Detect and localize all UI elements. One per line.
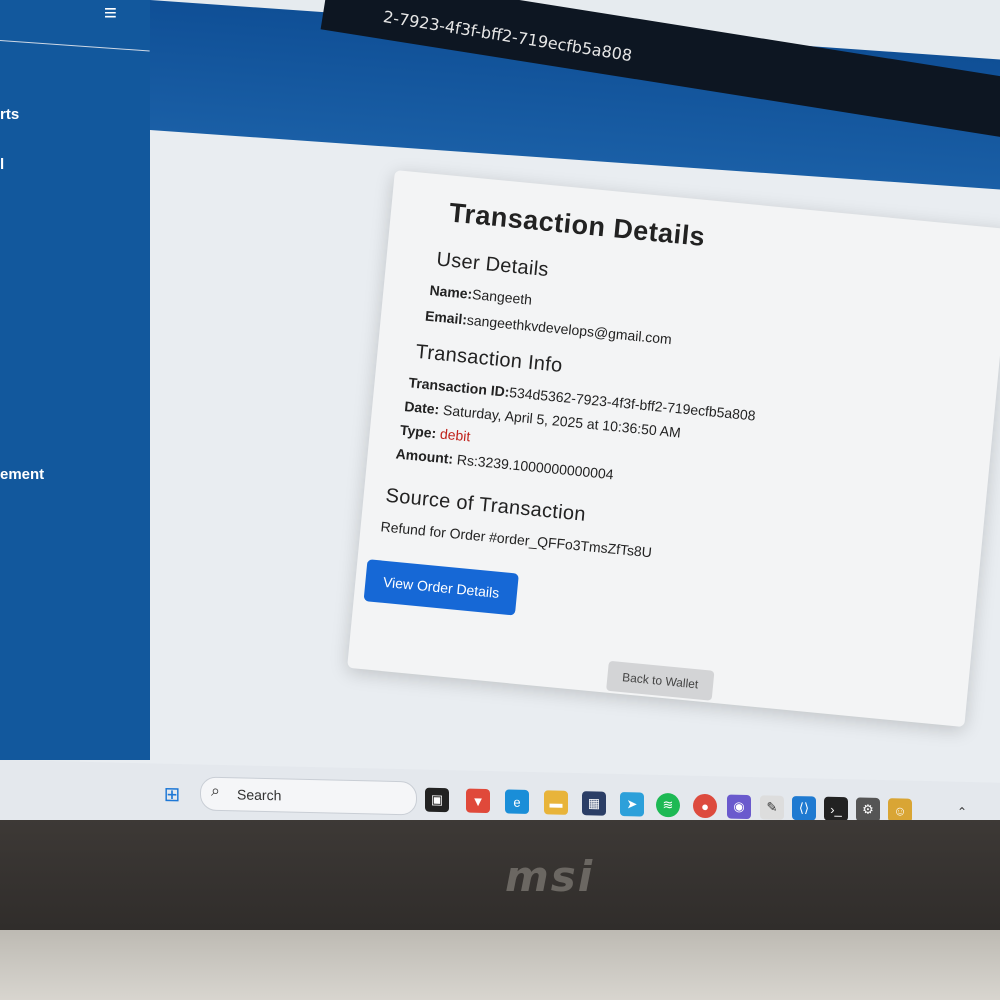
transaction-details-card: Transaction Details User Details Name:Sa…: [347, 170, 1000, 728]
spotify-icon[interactable]: ≋: [656, 792, 680, 818]
date-label: Date:: [403, 398, 441, 418]
telegram-icon[interactable]: ➤: [620, 792, 644, 817]
sidebar: ≡ rts l ement: [0, 0, 150, 760]
sidebar-item-reports[interactable]: rts: [0, 106, 19, 123]
email-label: Email:: [424, 307, 468, 328]
sidebar-item-management[interactable]: ement: [0, 466, 44, 483]
msi-logo: msi: [505, 852, 595, 901]
user-name-row: Name:Sangeeth: [429, 282, 533, 308]
laptop-lid-edge: [0, 930, 1000, 1000]
file-explorer-icon[interactable]: ▬: [544, 790, 568, 815]
edge-icon[interactable]: e: [505, 789, 529, 815]
amount-row: Amount: Rs:3239.1000000000004: [395, 445, 614, 482]
windows-start-icon[interactable]: ⊞: [160, 782, 184, 807]
user-details-heading: User Details: [435, 248, 550, 282]
task-view-icon[interactable]: ▣: [425, 787, 449, 813]
screen: 2-7923-4f3f-bff2-719ecfb5a808 ≡ rts l em…: [0, 0, 1000, 830]
search-icon: ⌕: [211, 782, 220, 800]
type-row: Type: debit: [399, 422, 471, 445]
photo-app-icon[interactable]: ◉: [727, 794, 751, 820]
source-text: Refund for Order #order_QFFo3TmsZfTs8U: [380, 518, 653, 561]
laptop-bezel: msi: [0, 820, 1000, 1000]
hamburger-menu-icon[interactable]: ≡: [104, 0, 117, 26]
store-icon[interactable]: ▦: [582, 791, 606, 816]
name-value: Sangeeth: [471, 286, 533, 308]
email-value: sangeethkvdevelops@gmail.com: [466, 311, 673, 348]
transaction-info-heading: Transaction Info: [414, 340, 564, 377]
type-value-debit: debit: [439, 425, 472, 445]
settings-icon[interactable]: ⚙: [856, 797, 880, 822]
sidebar-item-2[interactable]: l: [0, 156, 4, 173]
brave-icon[interactable]: ▼: [466, 788, 490, 814]
search-placeholder: Search: [237, 786, 282, 804]
name-label: Name:: [428, 281, 474, 302]
amount-label: Amount:: [395, 445, 454, 467]
amount-value: Rs:3239.1000000000004: [456, 451, 615, 483]
taskbar-search-input[interactable]: ⌕ Search: [200, 776, 417, 816]
vscode-icon[interactable]: ⟨⟩: [792, 795, 816, 821]
page-title: Transaction Details: [447, 197, 707, 252]
chrome-icon[interactable]: ●: [693, 793, 717, 819]
type-label: Type:: [399, 421, 438, 442]
transaction-id-label: Transaction ID:: [407, 374, 511, 400]
terminal-icon[interactable]: ›_: [824, 796, 848, 822]
user-email-row: Email:sangeethkvdevelops@gmail.com: [424, 308, 672, 348]
sidebar-divider: [0, 40, 150, 52]
notes-app-icon[interactable]: ☺: [888, 798, 912, 823]
pen-icon[interactable]: ✎: [760, 795, 784, 820]
source-heading: Source of Transaction: [384, 484, 587, 526]
view-order-details-button[interactable]: View Order Details: [363, 559, 519, 616]
